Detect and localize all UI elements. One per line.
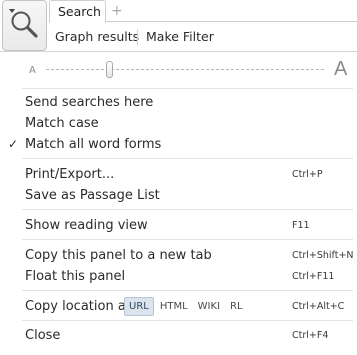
graph-results-button[interactable]: Graph results [55, 24, 139, 50]
menu-separator [22, 88, 353, 89]
menu-item-close[interactable]: Close Ctrl+F4 [0, 325, 357, 346]
menu-item-label: Print/Export... [25, 167, 115, 182]
copy-location-rl-option[interactable]: RL [226, 298, 247, 315]
menu-item-save-passage-list[interactable]: Save as Passage List [0, 185, 357, 206]
zoom-slider-track[interactable] [46, 69, 324, 70]
menu-item-print-export[interactable]: Print/Export... Ctrl+P [0, 164, 357, 185]
zoom-small-label: A [29, 65, 36, 76]
checkmark-icon: ✓ [8, 137, 19, 151]
tab-search[interactable]: Search [49, 0, 106, 23]
menu-item-show-reading-view[interactable]: Show reading view F11 [0, 215, 357, 236]
panel-menu: A A Send searches here Match case ✓ Matc… [0, 51, 357, 355]
copy-location-html-option[interactable]: HTML [156, 298, 192, 315]
copy-location-wiki-option[interactable]: WIKI [194, 298, 224, 315]
search-menu-button[interactable] [2, 0, 47, 51]
toolbar-divider [137, 30, 138, 45]
menu-item-label: Show reading view [25, 218, 148, 233]
menu-item-label: Close [25, 328, 61, 343]
shortcut-label: Ctrl+Shift+N [292, 250, 354, 261]
shortcut-label: F11 [292, 220, 310, 231]
menu-item-copy-panel-new-tab[interactable]: Copy this panel to a new tab Ctrl+Shift+… [0, 245, 357, 266]
menu-item-label: Match case [25, 116, 99, 131]
menu-item-match-all-word-forms[interactable]: ✓ Match all word forms [0, 134, 357, 155]
copy-location-options: URL HTML WIKI RL [124, 296, 247, 317]
shortcut-label: Ctrl+P [292, 169, 323, 180]
copy-location-url-option[interactable]: URL [124, 297, 154, 316]
magnifier-icon [11, 11, 38, 38]
menu-separator [22, 209, 353, 210]
menu-separator [22, 239, 353, 240]
menu-item-copy-location: Copy location as: URL HTML WIKI RL Ctrl+… [0, 296, 357, 317]
menu-separator [22, 290, 353, 291]
menu-item-label: Copy location as: [25, 299, 137, 314]
zoom-slider-thumb[interactable] [106, 61, 113, 78]
zoom-large-label: A [334, 58, 348, 80]
menu-item-label: Save as Passage List [25, 188, 160, 203]
menu-item-label: Copy this panel to a new tab [25, 248, 212, 263]
caret-down-icon [9, 9, 15, 13]
menu-item-label: Float this panel [25, 269, 126, 284]
menu-item-label: Send searches here [25, 95, 154, 110]
make-filter-button[interactable]: Make Filter [146, 24, 214, 50]
shortcut-label: Ctrl+F4 [292, 330, 329, 341]
menu-item-label: Match all word forms [25, 137, 162, 152]
menu-item-send-searches-here[interactable]: Send searches here [0, 92, 357, 113]
menu-separator [22, 158, 353, 159]
menu-item-float-panel[interactable]: Float this panel Ctrl+F11 [0, 266, 357, 287]
panel-header: Search + Graph results Make Filter [0, 0, 357, 51]
add-tab-button[interactable]: + [111, 1, 123, 21]
shortcut-label: Ctrl+Alt+C [292, 301, 345, 312]
shortcut-label: Ctrl+F11 [292, 271, 335, 282]
menu-separator [22, 320, 353, 321]
menu-item-match-case[interactable]: Match case [0, 113, 357, 134]
tab-bar: Search + [49, 0, 357, 23]
